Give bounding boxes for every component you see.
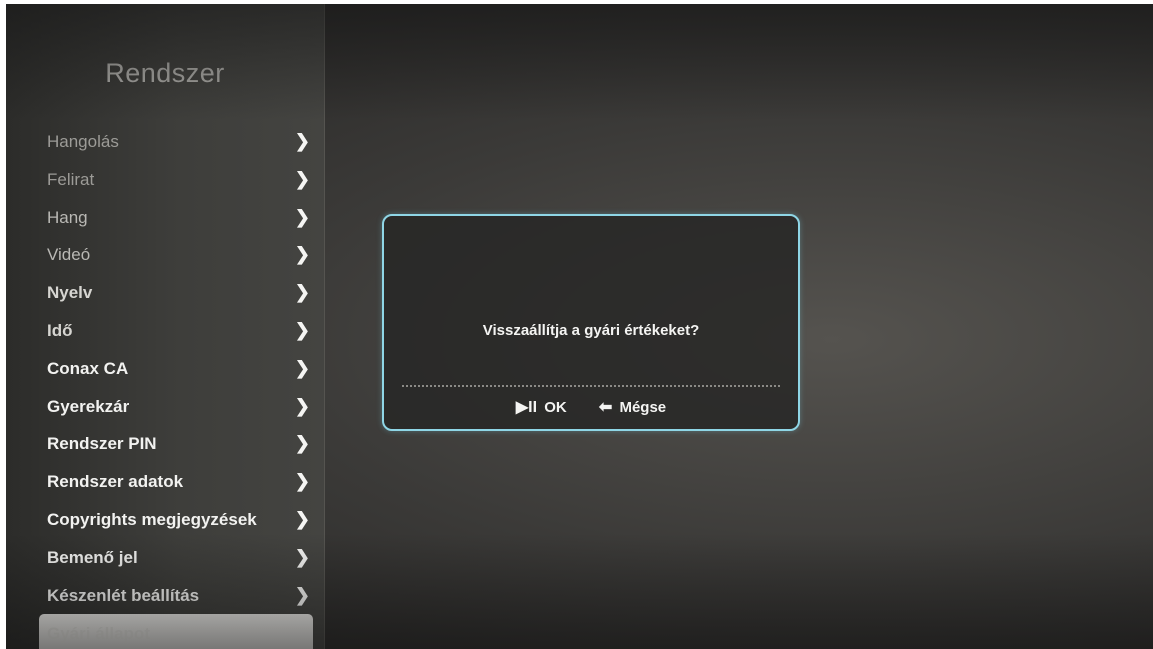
menu-item-label: Hang <box>47 207 88 227</box>
menu-item-conax-ca[interactable]: Conax CA ❯ <box>6 350 324 388</box>
chevron-right-icon: ❯ <box>294 282 310 303</box>
chevron-right-icon: ❯ <box>294 395 310 416</box>
ok-button[interactable]: ▶II OK <box>516 397 567 417</box>
menu-item-rendszer-pin[interactable]: Rendszer PIN ❯ <box>6 425 324 463</box>
chevron-right-icon: ❯ <box>294 471 310 492</box>
menu-item-label: Hangolás <box>47 132 119 151</box>
menu-item-bemeno-jel[interactable]: Bemenő jel ❯ <box>6 539 324 577</box>
menu-item-label: Felirat <box>47 169 95 189</box>
factory-reset-dialog: Visszaállítja a gyári értékeket? ▶II OK … <box>382 214 800 431</box>
chevron-right-icon: ❯ <box>294 546 310 567</box>
chevron-right-icon: ❯ <box>294 433 310 454</box>
menu-item-ido[interactable]: Idő ❯ <box>6 312 324 350</box>
chevron-right-icon: ❯ <box>294 206 310 227</box>
menu-item-label: Copyrights megjegyzések <box>47 509 257 529</box>
menu-item-label: Idő <box>47 320 73 340</box>
menu-item-label: Videó <box>47 245 91 265</box>
chevron-right-icon: ❯ <box>294 319 310 340</box>
menu-item-hang[interactable]: Hang ❯ <box>6 199 324 237</box>
menu-item-keszenlet[interactable]: Készenlét beállítás ❯ <box>6 577 324 615</box>
menu-item-label: Conax CA <box>47 358 129 378</box>
chevron-right-icon: ❯ <box>294 584 310 605</box>
back-arrow-icon: ⬅ <box>598 399 613 416</box>
menu-item-label: Gyári állapot <box>47 624 150 644</box>
sidebar-title: Rendszer <box>105 58 225 88</box>
menu-item-gyari-allapot[interactable]: Gyári állapot <box>39 614 313 649</box>
chevron-right-icon: ❯ <box>294 357 310 378</box>
menu-item-label: Rendszer PIN <box>47 434 157 454</box>
menu-item-nyelv[interactable]: Nyelv ❯ <box>6 274 324 312</box>
menu-item-label: Gyerekzár <box>47 396 130 416</box>
menu-item-label: Készenlét beállítás <box>47 585 200 605</box>
play-pause-icon: ▶II <box>515 399 538 416</box>
menu-item-copyrights[interactable]: Copyrights megjegyzések ❯ <box>6 501 324 539</box>
menu-item-felirat[interactable]: Felirat ❯ <box>6 161 324 199</box>
dialog-message: Visszaállítja a gyári értékeket? <box>482 322 700 339</box>
cancel-label: Mégse <box>619 399 667 416</box>
dialog-actions: ▶II OK ⬅ Mégse <box>384 397 798 417</box>
dialog-divider <box>402 385 780 387</box>
menu-item-video[interactable]: Videó ❯ <box>6 236 324 274</box>
chevron-right-icon: ❯ <box>294 244 310 265</box>
chevron-right-icon: ❯ <box>294 168 310 189</box>
menu-item-rendszer-adatok[interactable]: Rendszer adatok ❯ <box>6 463 324 501</box>
menu-item-label: Nyelv <box>47 283 93 303</box>
tv-screen: Rendszer Hangolás ❯ Felirat ❯ Hang ❯ Vid… <box>6 4 1153 649</box>
menu-item-gyerekzar[interactable]: Gyerekzár ❯ <box>6 388 324 426</box>
settings-menu: Hangolás ❯ Felirat ❯ Hang ❯ Videó ❯ Nyel… <box>6 123 324 649</box>
menu-item-label: Bemenő jel <box>47 547 138 567</box>
cancel-button[interactable]: ⬅ Mégse <box>599 397 666 417</box>
menu-item-hangolas[interactable]: Hangolás ❯ <box>6 123 324 161</box>
menu-item-label: Rendszer adatok <box>47 472 184 492</box>
chevron-right-icon: ❯ <box>294 131 310 151</box>
chevron-right-icon: ❯ <box>294 508 310 529</box>
ok-label: OK <box>544 399 567 416</box>
settings-sidebar: Rendszer Hangolás ❯ Felirat ❯ Hang ❯ Vid… <box>6 4 325 649</box>
